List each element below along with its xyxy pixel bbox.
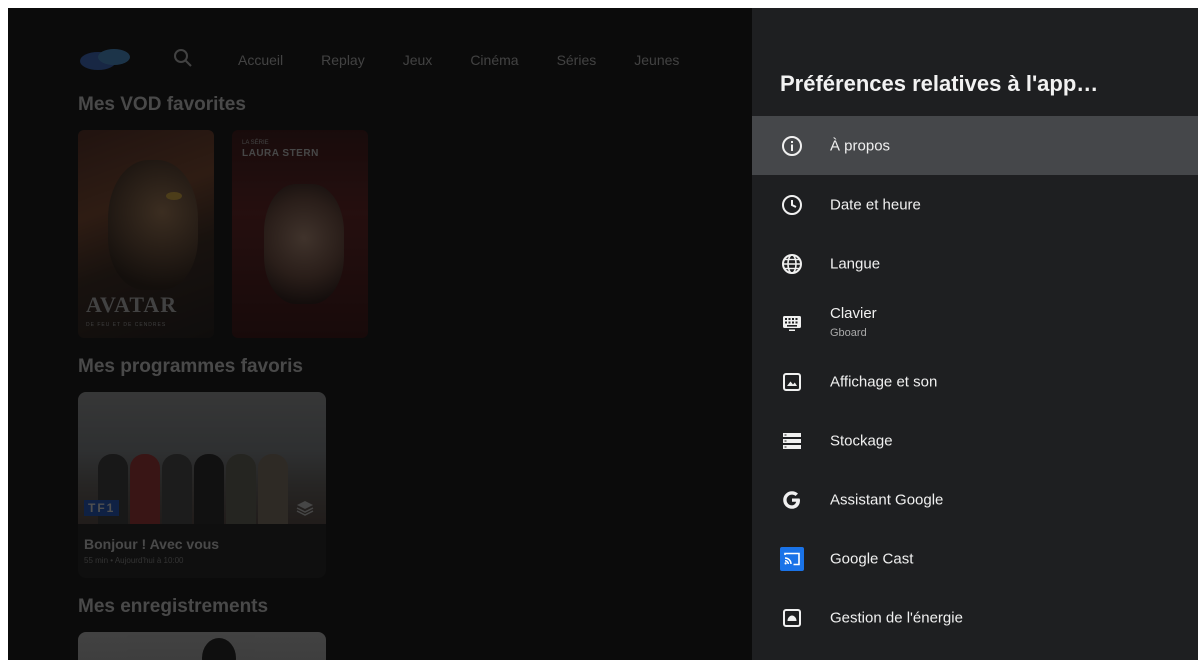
tv-screen: Accueil Replay Jeux Cinéma Séries Jeunes… [8,8,1198,660]
program-thumbnail: TF1 [78,392,326,524]
menu-item-label: Assistant Google [830,491,944,508]
menu-item-a-propos[interactable]: À propos [752,116,1198,175]
energy-icon [780,606,804,630]
keyboard-icon [780,311,804,335]
top-nav: Accueil Replay Jeux Cinéma Séries Jeunes [238,52,717,68]
poster-kicker: LA SÉRIE [242,140,269,146]
poster-art [108,160,198,290]
clock-icon [780,193,804,217]
storage-icon [780,429,804,453]
program-name: Bonjour ! Avec vous [84,536,220,552]
app-logo-icon [80,49,130,70]
poster-subtitle: DE FEU ET DE CENDRES [86,322,167,328]
info-icon [780,134,804,158]
menu-item-date-heure[interactable]: Date et heure [752,175,1198,234]
menu-item-label: Google Cast [830,550,914,567]
menu-item-google-cast[interactable]: Google Cast [752,529,1198,588]
globe-icon [780,252,804,276]
menu-item-gestion-energie[interactable]: Gestion de l'énergie [752,588,1198,647]
background-app: Accueil Replay Jeux Cinéma Séries Jeunes… [8,8,752,660]
panel-title: Préférences relatives à l'app… [780,71,1099,96]
search-icon[interactable] [173,48,193,68]
nav-item-cinema[interactable]: Cinéma [470,52,518,68]
menu-item-stockage[interactable]: Stockage [752,411,1198,470]
nav-item-replay[interactable]: Replay [321,52,365,68]
display-icon [780,370,804,394]
menu-item-sublabel: Gboard [830,327,867,339]
menu-item-assistant-google[interactable]: Assistant Google [752,470,1198,529]
section-title-recordings: Mes enregistrements [78,596,269,617]
menu-item-label: Clavier [830,305,877,322]
poster-title: AVATAR [86,292,178,317]
poster-title: LAURA STERN [242,148,319,159]
nav-item-series[interactable]: Séries [557,52,597,68]
vod-poster-avatar[interactable]: AVATAR DE FEU ET DE CENDRES [78,130,214,338]
menu-item-label: Langue [830,255,881,272]
poster-art-eye [166,192,182,200]
google-g-icon [780,488,804,512]
vod-poster-laura-stern[interactable]: LA SÉRIE LAURA STERN [232,130,368,338]
nav-item-accueil[interactable]: Accueil [238,52,283,68]
menu-item-langue[interactable]: Langue [752,234,1198,293]
program-card[interactable]: TF1 Bonjour ! Avec vous 55 min • Aujourd… [78,392,326,578]
menu-item-affichage-son[interactable]: Affichage et son [752,352,1198,411]
section-title-vod: Mes VOD favorites [78,94,246,115]
menu-item-clavier[interactable]: Clavier Gboard [752,293,1198,352]
nav-item-jeunes[interactable]: Jeunes [634,52,679,68]
settings-menu: À propos Date et heure Langue Clavier Gb… [752,116,1198,647]
menu-item-label: Date et heure [830,196,921,213]
menu-item-label: À propos [830,137,891,154]
menu-item-label: Gestion de l'énergie [830,609,963,626]
layers-icon [296,501,314,516]
channel-logo: TF1 [84,500,120,516]
recording-thumbnail [202,638,236,660]
menu-item-label: Stockage [830,432,893,449]
program-meta: 55 min • Aujourd'hui à 10:00 [84,556,184,565]
recording-card[interactable] [78,632,326,660]
cast-icon [780,546,804,571]
section-title-programs: Mes programmes favoris [78,356,303,377]
settings-panel: Préférences relatives à l'app… À propos … [752,8,1198,660]
nav-item-jeux[interactable]: Jeux [403,52,433,68]
poster-art [264,184,344,304]
menu-item-label: Affichage et son [830,373,938,390]
